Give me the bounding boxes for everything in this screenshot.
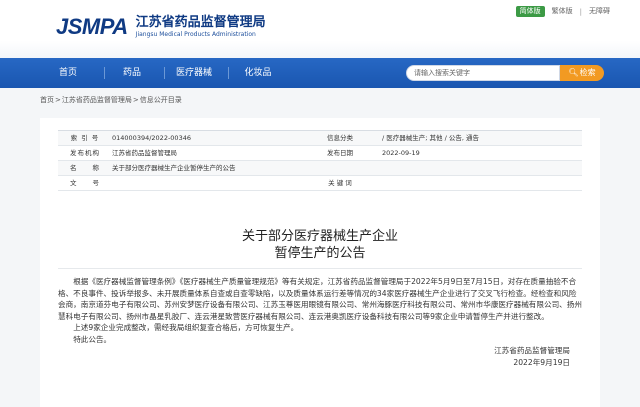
docno-value (112, 176, 310, 190)
category-value: / 医疗器械生产; 其他 / 公告, 通告 (382, 134, 479, 142)
article-title: 关于部分医疗器械生产企业 暂停生产的公告 (40, 228, 600, 262)
simplified-chinese-button[interactable]: 简体版 (515, 6, 545, 17)
category-label: 信息分类 (327, 134, 353, 142)
index-value: 014000394/2022-00346 (112, 134, 191, 142)
search-icon: 🔍︎ (568, 68, 579, 77)
keyword-value (370, 176, 582, 190)
name-value: 关于部分医疗器械生产企业暂停生产的公告 (112, 164, 236, 172)
info-row: 名 称 关于部分医疗器械生产企业暂停生产的公告 (58, 161, 582, 176)
accessibility-button[interactable]: 无障碍 (585, 6, 614, 17)
issuer-label: 发布机构 (70, 149, 100, 157)
docno-label: 文 号 (70, 179, 100, 187)
breadcrumb-catalog[interactable]: 信息公开目录 (140, 96, 182, 104)
search-button-label: 检索 (579, 68, 596, 77)
info-table: 索 引 号 014000394/2022-00346 信息分类 / 医疗器械生产… (58, 130, 582, 191)
logo-mark: JSMPA (56, 14, 128, 39)
lang-separator: | (579, 7, 582, 16)
date-label: 发布日期 (327, 149, 353, 157)
nav-divider (164, 67, 165, 79)
divider (58, 268, 582, 269)
language-switcher: 简体版 繁体版 | 无障碍 (515, 6, 614, 17)
nav-item-drugs[interactable]: 药品 (104, 58, 160, 88)
article-paragraph: 根据《医疗器械监督管理条例》《医疗器械生产质量管理规范》等有关规定，江苏省药品监… (58, 277, 582, 321)
signature-org: 江苏省药品监督管理局 (494, 346, 570, 355)
article-paragraph: 上述9家企业完成整改，需经我局组织复查合格后，方可恢复生产。 (73, 323, 299, 333)
breadcrumb-home[interactable]: 首页 (40, 96, 54, 104)
article-title-line1: 关于部分医疗器械生产企业 (241, 229, 398, 244)
signature-date: 2022年9月19日 (513, 358, 570, 367)
issuer-value: 江苏省药品监督管理局 (112, 149, 177, 157)
search-input[interactable]: 请输入搜索关键字 (406, 65, 560, 81)
site-title-en: Jiangsu Medical Products Administration (135, 30, 256, 38)
article-title-line2: 暂停生产的公告 (274, 246, 366, 261)
nav-divider (228, 67, 229, 79)
breadcrumb-agency[interactable]: 江苏省药品监督管理局 (62, 96, 132, 104)
site-title-cn: 江苏省药品监督管理局 (135, 14, 266, 30)
info-row: 发布机构 江苏省药品监督管理局 发布日期 2022-09-19 (58, 146, 582, 161)
article-paragraph: 特此公告。 (73, 334, 112, 344)
info-row: 文 号 关 键 词 (58, 176, 582, 191)
traditional-chinese-button[interactable]: 繁体版 (548, 6, 577, 17)
nav-item-medical-devices[interactable]: 医疗器械 (166, 58, 222, 88)
breadcrumb-separator: > (55, 96, 61, 104)
signature-block: 江苏省药品监督管理局 2022年9月19日 (494, 345, 570, 369)
nav-item-home[interactable]: 首页 (40, 58, 96, 88)
name-label: 名 称 (70, 164, 100, 172)
site-logo[interactable]: JSMPA 江苏省药品监督管理局 Jiangsu Medical Product… (56, 14, 266, 40)
search-button[interactable]: 🔍︎检索 (560, 65, 604, 81)
article-body: 根据《医疗器械监督管理条例》《医疗器械生产质量管理规范》等有关规定，江苏省药品监… (58, 276, 582, 346)
keyword-label: 关 键 词 (328, 179, 352, 187)
logo-title: 江苏省药品监督管理局 Jiangsu Medical Products Admi… (135, 14, 266, 39)
info-row: 索 引 号 014000394/2022-00346 信息分类 / 医疗器械生产… (58, 131, 582, 146)
content-panel: 索 引 号 014000394/2022-00346 信息分类 / 医疗器械生产… (40, 118, 600, 407)
nav-item-cosmetics[interactable]: 化妆品 (230, 58, 286, 88)
site-header: JSMPA 江苏省药品监督管理局 Jiangsu Medical Product… (0, 0, 640, 58)
breadcrumb: 首页>江苏省药品监督管理局>信息公开目录 (40, 95, 183, 105)
index-label: 索 引 号 (70, 134, 100, 142)
breadcrumb-separator: > (132, 96, 139, 104)
date-value: 2022-09-19 (382, 149, 420, 157)
